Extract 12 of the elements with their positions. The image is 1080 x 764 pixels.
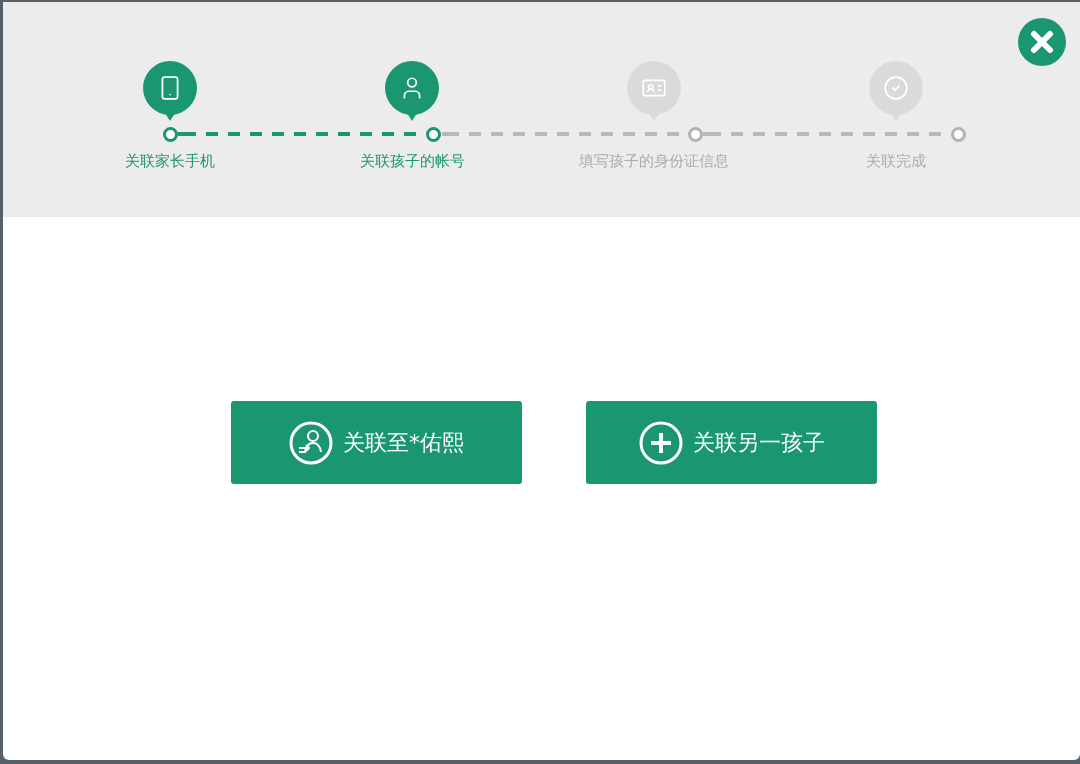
action-button[interactable]: 关联另一孩子 [586,401,877,484]
action-button[interactable]: 关联至*佑熙 [231,401,522,484]
step-label: 关联家长手机 [125,152,215,171]
step-dot [425,126,441,142]
plus-circle-icon [638,420,683,465]
step-dot [951,126,966,142]
check-circle-icon [883,75,909,101]
step-label: 关联完成 [866,152,926,171]
step-dot [163,126,178,142]
step-dot [688,126,704,142]
step-label: 关联孩子的帐号 [359,152,465,171]
step-label: 填写孩子的身份证信息 [579,152,729,171]
